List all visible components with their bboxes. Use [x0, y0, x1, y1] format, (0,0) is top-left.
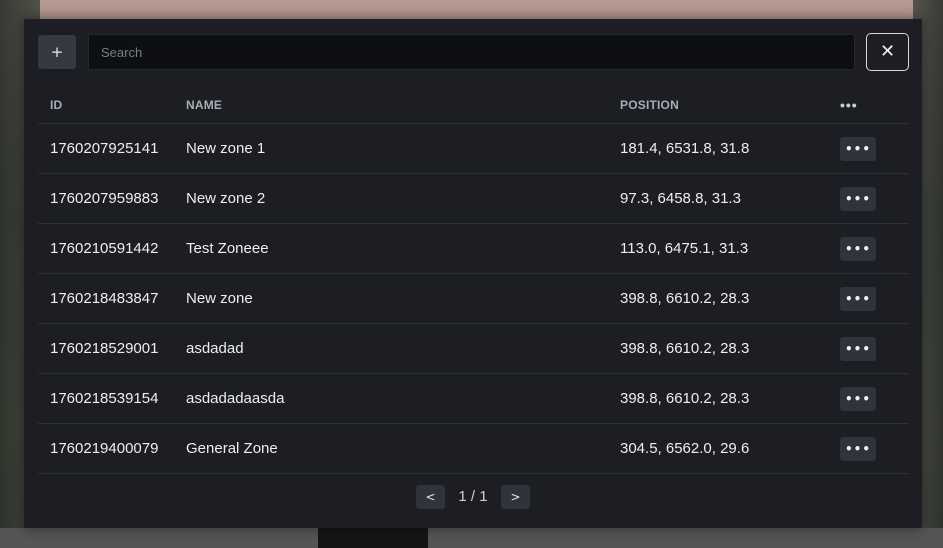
table-row: 1760207925141 New zone 1 181.4, 6531.8, … — [38, 124, 908, 174]
row-id: 1760219400079 — [50, 440, 159, 457]
row-position: 398.8, 6610.2, 28.3 — [620, 290, 750, 307]
close-button[interactable]: ✕ — [866, 33, 909, 71]
row-id: 1760218529001 — [50, 340, 159, 357]
table-row: 1760219400079 General Zone 304.5, 6562.0… — [38, 424, 908, 474]
add-zone-button[interactable]: + — [38, 35, 76, 69]
row-actions-button[interactable]: ••• — [840, 137, 876, 161]
row-actions-button[interactable]: ••• — [840, 337, 876, 361]
prev-page-button[interactable]: < — [416, 485, 445, 509]
row-name: asdadadaasda — [186, 390, 285, 407]
zones-table: ID NAME POSITION ••• 1760207925141 New z… — [38, 86, 908, 474]
background-road — [0, 528, 943, 548]
row-id: 1760207925141 — [50, 140, 159, 157]
row-id: 1760210591442 — [50, 240, 159, 257]
header-id: ID — [50, 98, 63, 112]
header-actions-icon: ••• — [840, 97, 858, 113]
row-name: New zone 1 — [186, 140, 266, 157]
row-id: 1760218483847 — [50, 290, 159, 307]
row-position: 181.4, 6531.8, 31.8 — [620, 140, 750, 157]
row-position: 97.3, 6458.8, 31.3 — [620, 190, 741, 207]
row-name: New zone 2 — [186, 190, 266, 207]
row-name: General Zone — [186, 440, 278, 457]
row-name: Test Zoneee — [186, 240, 269, 257]
table-row: 1760207959883 New zone 2 97.3, 6458.8, 3… — [38, 174, 908, 224]
row-name: New zone — [186, 290, 253, 307]
table-row: 1760218539154 asdadadaasda 398.8, 6610.2… — [38, 374, 908, 424]
row-actions-button[interactable]: ••• — [840, 287, 876, 311]
row-id: 1760218539154 — [50, 390, 159, 407]
header-position: POSITION — [620, 98, 679, 112]
table-row: 1760210591442 Test Zoneee 113.0, 6475.1,… — [38, 224, 908, 274]
row-actions-button[interactable]: ••• — [840, 187, 876, 211]
row-position: 398.8, 6610.2, 28.3 — [620, 390, 750, 407]
background-character-legs — [318, 528, 428, 548]
header-name: NAME — [186, 98, 223, 112]
search-input[interactable] — [88, 34, 855, 70]
next-page-button[interactable]: > — [501, 485, 530, 509]
row-position: 398.8, 6610.2, 28.3 — [620, 340, 750, 357]
page-indicator: 1 / 1 — [458, 488, 488, 505]
row-position: 113.0, 6475.1, 31.3 — [620, 240, 749, 257]
pagination: < 1 / 1 > — [416, 485, 536, 509]
table-row: 1760218529001 asdadad 398.8, 6610.2, 28.… — [38, 324, 908, 374]
row-id: 1760207959883 — [50, 190, 159, 207]
table-row: 1760218483847 New zone 398.8, 6610.2, 28… — [38, 274, 908, 324]
row-actions-button[interactable]: ••• — [840, 387, 876, 411]
row-position: 304.5, 6562.0, 29.6 — [620, 440, 750, 457]
row-name: asdadad — [186, 340, 244, 357]
row-actions-button[interactable]: ••• — [840, 237, 876, 261]
zones-panel: + ✕ ID NAME POSITION ••• 1760207925141 N… — [24, 19, 922, 528]
row-actions-button[interactable]: ••• — [840, 437, 876, 461]
table-header: ID NAME POSITION ••• — [38, 86, 908, 124]
